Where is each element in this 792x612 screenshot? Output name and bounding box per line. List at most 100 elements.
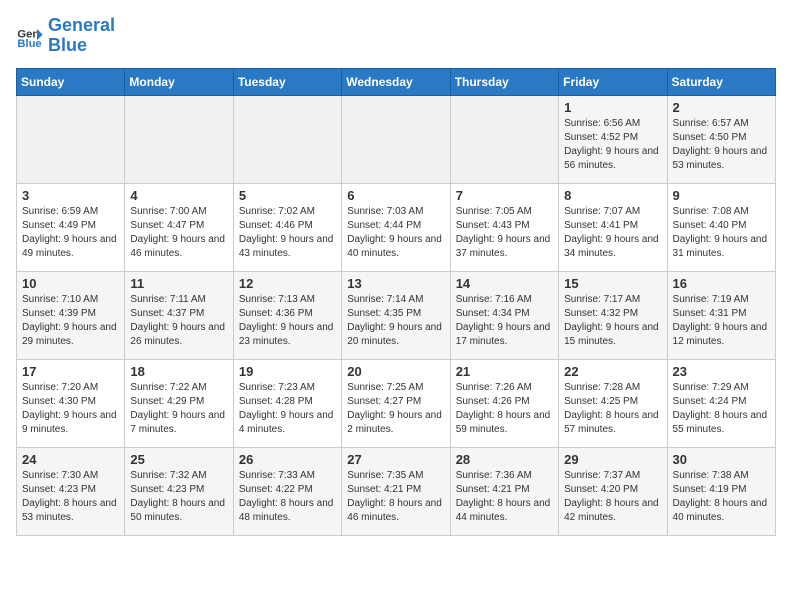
calendar-cell: [125, 95, 233, 183]
day-info: Sunrise: 7:35 AM Sunset: 4:21 PM Dayligh…: [347, 469, 444, 525]
day-number: 18: [130, 364, 227, 379]
day-number: 5: [239, 188, 336, 203]
weekday-header-wednesday: Wednesday: [342, 68, 450, 95]
day-info: Sunrise: 7:10 AM Sunset: 4:39 PM Dayligh…: [22, 293, 119, 349]
calendar-cell: 27 Sunrise: 7:35 AM Sunset: 4:21 PM Dayli…: [342, 447, 450, 535]
calendar-table: SundayMondayTuesdayWednesdayThursdayFrid…: [16, 68, 776, 536]
calendar-cell: 13 Sunrise: 7:14 AM Sunset: 4:35 PM Dayli…: [342, 271, 450, 359]
day-info: Sunrise: 7:28 AM Sunset: 4:25 PM Dayligh…: [564, 381, 661, 437]
weekday-header-tuesday: Tuesday: [233, 68, 341, 95]
calendar-cell: [17, 95, 125, 183]
day-number: 16: [673, 276, 770, 291]
day-number: 29: [564, 452, 661, 467]
logo: Gen Blue General Blue: [16, 16, 115, 56]
weekday-header-friday: Friday: [559, 68, 667, 95]
day-info: Sunrise: 7:33 AM Sunset: 4:22 PM Dayligh…: [239, 469, 336, 525]
day-info: Sunrise: 7:11 AM Sunset: 4:37 PM Dayligh…: [130, 293, 227, 349]
day-number: 20: [347, 364, 444, 379]
day-number: 26: [239, 452, 336, 467]
calendar-cell: 21 Sunrise: 7:26 AM Sunset: 4:26 PM Dayli…: [450, 359, 558, 447]
weekday-header-monday: Monday: [125, 68, 233, 95]
day-number: 2: [673, 100, 770, 115]
day-number: 24: [22, 452, 119, 467]
calendar-cell: 17 Sunrise: 7:20 AM Sunset: 4:30 PM Dayli…: [17, 359, 125, 447]
day-info: Sunrise: 7:13 AM Sunset: 4:36 PM Dayligh…: [239, 293, 336, 349]
calendar-cell: 28 Sunrise: 7:36 AM Sunset: 4:21 PM Dayli…: [450, 447, 558, 535]
calendar-cell: 18 Sunrise: 7:22 AM Sunset: 4:29 PM Dayli…: [125, 359, 233, 447]
calendar-cell: 30 Sunrise: 7:38 AM Sunset: 4:19 PM Dayli…: [667, 447, 775, 535]
day-info: Sunrise: 7:32 AM Sunset: 4:23 PM Dayligh…: [130, 469, 227, 525]
day-info: Sunrise: 7:14 AM Sunset: 4:35 PM Dayligh…: [347, 293, 444, 349]
day-info: Sunrise: 7:07 AM Sunset: 4:41 PM Dayligh…: [564, 205, 661, 261]
calendar-cell: 4Sunrise: 7:00 AM Sunset: 4:47 PM Daylig…: [125, 183, 233, 271]
day-info: Sunrise: 7:29 AM Sunset: 4:24 PM Dayligh…: [673, 381, 770, 437]
day-number: 28: [456, 452, 553, 467]
calendar-cell: 10Sunrise: 7:10 AM Sunset: 4:39 PM Dayli…: [17, 271, 125, 359]
day-info: Sunrise: 7:08 AM Sunset: 4:40 PM Dayligh…: [673, 205, 770, 261]
calendar-cell: 3 Sunrise: 6:59 AM Sunset: 4:49 PM Daylig…: [17, 183, 125, 271]
day-number: 27: [347, 452, 444, 467]
calendar-cell: 25 Sunrise: 7:32 AM Sunset: 4:23 PM Dayli…: [125, 447, 233, 535]
day-number: 15: [564, 276, 661, 291]
day-number: 9: [673, 188, 770, 203]
day-number: 19: [239, 364, 336, 379]
calendar-cell: 11 Sunrise: 7:11 AM Sunset: 4:37 PM Dayli…: [125, 271, 233, 359]
weekday-header-sunday: Sunday: [17, 68, 125, 95]
day-number: 4: [130, 188, 227, 203]
day-info: Sunrise: 7:20 AM Sunset: 4:30 PM Dayligh…: [22, 381, 119, 437]
calendar-cell: 23Sunrise: 7:29 AM Sunset: 4:24 PM Dayli…: [667, 359, 775, 447]
calendar-cell: 20 Sunrise: 7:25 AM Sunset: 4:27 PM Dayli…: [342, 359, 450, 447]
day-number: 11: [130, 276, 227, 291]
day-info: Sunrise: 7:25 AM Sunset: 4:27 PM Dayligh…: [347, 381, 444, 437]
calendar-cell: 12Sunrise: 7:13 AM Sunset: 4:36 PM Dayli…: [233, 271, 341, 359]
calendar-cell: 7 Sunrise: 7:05 AM Sunset: 4:43 PM Daylig…: [450, 183, 558, 271]
calendar-cell: [342, 95, 450, 183]
day-info: Sunrise: 6:59 AM Sunset: 4:49 PM Dayligh…: [22, 205, 119, 261]
day-number: 14: [456, 276, 553, 291]
day-info: Sunrise: 7:16 AM Sunset: 4:34 PM Dayligh…: [456, 293, 553, 349]
page-header: Gen Blue General Blue: [16, 16, 776, 56]
calendar-cell: [233, 95, 341, 183]
day-number: 8: [564, 188, 661, 203]
day-info: Sunrise: 7:23 AM Sunset: 4:28 PM Dayligh…: [239, 381, 336, 437]
weekday-header-saturday: Saturday: [667, 68, 775, 95]
day-info: Sunrise: 7:03 AM Sunset: 4:44 PM Dayligh…: [347, 205, 444, 261]
day-info: Sunrise: 7:26 AM Sunset: 4:26 PM Dayligh…: [456, 381, 553, 437]
day-info: Sunrise: 7:38 AM Sunset: 4:19 PM Dayligh…: [673, 469, 770, 525]
svg-text:Blue: Blue: [17, 38, 41, 50]
day-number: 13: [347, 276, 444, 291]
calendar-cell: 14 Sunrise: 7:16 AM Sunset: 4:34 PM Dayli…: [450, 271, 558, 359]
day-number: 3: [22, 188, 119, 203]
day-info: Sunrise: 7:02 AM Sunset: 4:46 PM Dayligh…: [239, 205, 336, 261]
calendar-cell: 16 Sunrise: 7:19 AM Sunset: 4:31 PM Dayli…: [667, 271, 775, 359]
day-number: 1: [564, 100, 661, 115]
day-number: 22: [564, 364, 661, 379]
weekday-header-thursday: Thursday: [450, 68, 558, 95]
calendar-cell: 29 Sunrise: 7:37 AM Sunset: 4:20 PM Dayli…: [559, 447, 667, 535]
calendar-cell: 24 Sunrise: 7:30 AM Sunset: 4:23 PM Dayli…: [17, 447, 125, 535]
day-number: 21: [456, 364, 553, 379]
day-number: 17: [22, 364, 119, 379]
logo-icon: Gen Blue: [16, 22, 44, 50]
day-number: 25: [130, 452, 227, 467]
day-info: Sunrise: 6:57 AM Sunset: 4:50 PM Dayligh…: [673, 117, 770, 173]
calendar-cell: 6 Sunrise: 7:03 AM Sunset: 4:44 PM Daylig…: [342, 183, 450, 271]
day-info: Sunrise: 7:19 AM Sunset: 4:31 PM Dayligh…: [673, 293, 770, 349]
day-info: Sunrise: 7:30 AM Sunset: 4:23 PM Dayligh…: [22, 469, 119, 525]
calendar-cell: 19 Sunrise: 7:23 AM Sunset: 4:28 PM Dayli…: [233, 359, 341, 447]
calendar-cell: 22 Sunrise: 7:28 AM Sunset: 4:25 PM Dayli…: [559, 359, 667, 447]
day-number: 30: [673, 452, 770, 467]
day-info: Sunrise: 7:05 AM Sunset: 4:43 PM Dayligh…: [456, 205, 553, 261]
calendar-cell: 5 Sunrise: 7:02 AM Sunset: 4:46 PM Daylig…: [233, 183, 341, 271]
calendar-cell: 26 Sunrise: 7:33 AM Sunset: 4:22 PM Dayli…: [233, 447, 341, 535]
calendar-cell: 15Sunrise: 7:17 AM Sunset: 4:32 PM Dayli…: [559, 271, 667, 359]
day-number: 6: [347, 188, 444, 203]
day-info: Sunrise: 6:56 AM Sunset: 4:52 PM Dayligh…: [564, 117, 661, 173]
day-info: Sunrise: 7:36 AM Sunset: 4:21 PM Dayligh…: [456, 469, 553, 525]
day-info: Sunrise: 7:22 AM Sunset: 4:29 PM Dayligh…: [130, 381, 227, 437]
day-info: Sunrise: 7:37 AM Sunset: 4:20 PM Dayligh…: [564, 469, 661, 525]
calendar-cell: [450, 95, 558, 183]
calendar-cell: 1 Sunrise: 6:56 AM Sunset: 4:52 PM Daylig…: [559, 95, 667, 183]
calendar-cell: 9 Sunrise: 7:08 AM Sunset: 4:40 PM Daylig…: [667, 183, 775, 271]
day-number: 7: [456, 188, 553, 203]
